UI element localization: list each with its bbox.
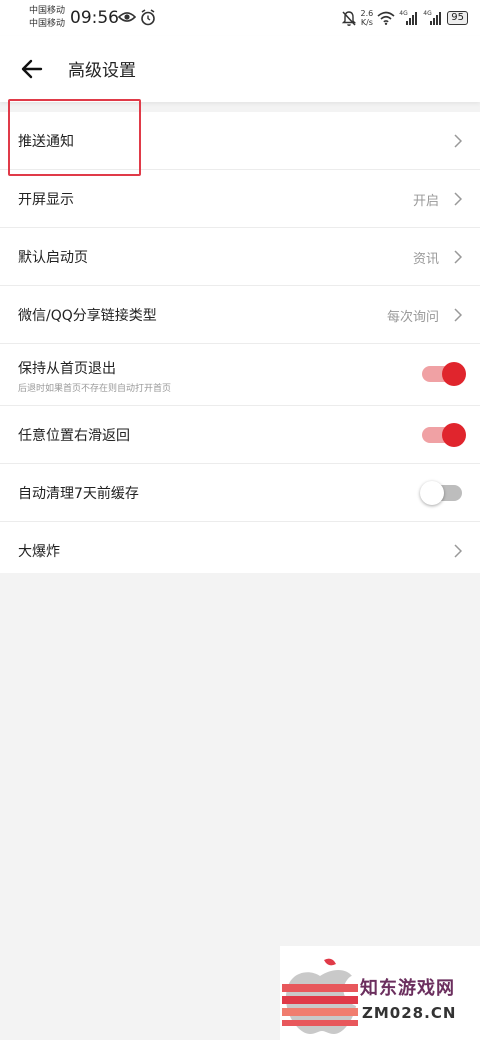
battery-indicator: 95 bbox=[447, 11, 468, 25]
signal-2: 4G bbox=[423, 10, 443, 26]
setting-auto-clear-cache: 自动清理7天前缓存 bbox=[0, 464, 480, 522]
status-right: 2.6 K/s 4G 4G 95 bbox=[341, 6, 468, 30]
chevron-right-icon bbox=[454, 544, 462, 558]
setting-label: 大爆炸 bbox=[18, 544, 60, 560]
signal-bars-icon bbox=[430, 12, 442, 25]
setting-label: 开屏显示 bbox=[18, 192, 74, 208]
auto-clear-cache-toggle[interactable] bbox=[420, 481, 462, 505]
app-header: 高级设置 bbox=[0, 36, 480, 102]
carrier-2: 中国移动 bbox=[29, 19, 66, 29]
watermark: 知东游戏网 ZM028.CN bbox=[280, 946, 480, 1040]
apple-logo-icon bbox=[282, 958, 358, 1034]
setting-swipe-back-anywhere: 任意位置右滑返回 bbox=[0, 406, 480, 464]
chevron-right-icon bbox=[454, 134, 462, 148]
toggle-knob bbox=[442, 423, 466, 447]
carrier-1: 中国移动 bbox=[29, 6, 66, 16]
chevron-right-icon bbox=[454, 308, 462, 322]
highlight-box bbox=[8, 99, 141, 176]
setting-value: 开启 bbox=[412, 194, 439, 209]
eye-icon bbox=[118, 12, 136, 22]
chevron-right-icon bbox=[454, 250, 462, 264]
keep-exit-toggle[interactable] bbox=[422, 362, 466, 386]
setting-value: 每次询问 bbox=[386, 310, 439, 325]
carrier-labels: 中国移动 中国移动 bbox=[29, 5, 65, 31]
setting-label: 微信/QQ分享链接类型 bbox=[18, 308, 157, 324]
setting-description: 后退时如果首页不存在则自动打开首页 bbox=[18, 384, 172, 394]
toggle-knob bbox=[420, 481, 444, 505]
watermark-url: ZM028.CN bbox=[362, 1004, 457, 1022]
setting-label: 任意位置右滑返回 bbox=[18, 428, 130, 444]
page-title: 高级设置 bbox=[68, 61, 136, 81]
setting-splash-display[interactable]: 开屏显示 开启 bbox=[0, 170, 480, 228]
setting-default-start-page[interactable]: 默认启动页 资讯 bbox=[0, 228, 480, 286]
chevron-right-icon bbox=[454, 192, 462, 206]
setting-label: 自动清理7天前缓存 bbox=[18, 486, 139, 502]
signal-1: 4G bbox=[399, 10, 419, 26]
setting-share-link-type[interactable]: 微信/QQ分享链接类型 每次询问 bbox=[0, 286, 480, 344]
settings-list: 推送通知 开屏显示 开启 默认启动页 资讯 微信/QQ分享链接类型 每次询问 保… bbox=[0, 112, 480, 573]
setting-label: 保持从首页退出 bbox=[18, 361, 116, 377]
swipe-back-toggle[interactable] bbox=[422, 423, 466, 447]
speed-unit: K/s bbox=[360, 18, 373, 27]
alarm-icon bbox=[141, 9, 155, 26]
setting-value: 资讯 bbox=[412, 252, 439, 267]
watermark-title: 知东游戏网 bbox=[360, 978, 455, 999]
bell-muted-icon bbox=[341, 10, 356, 26]
setting-big-bang[interactable]: 大爆炸 bbox=[0, 522, 480, 579]
signal-bars-icon bbox=[406, 12, 418, 25]
back-arrow-icon[interactable] bbox=[18, 55, 46, 83]
network-speed: 2.6 K/s bbox=[361, 9, 374, 27]
wifi-icon bbox=[377, 11, 395, 25]
setting-keep-exit-from-home: 保持从首页退出 后退时如果首页不存在则自动打开首页 bbox=[0, 344, 480, 406]
speed-value: 2.6 bbox=[360, 9, 374, 18]
setting-label: 默认启动页 bbox=[18, 250, 88, 266]
clock: 09:56 bbox=[70, 8, 119, 28]
status-bar: 中国移动 中国移动 09:56 2.6 K/s 4G 4G 95 bbox=[0, 0, 480, 36]
toggle-knob bbox=[442, 362, 466, 386]
